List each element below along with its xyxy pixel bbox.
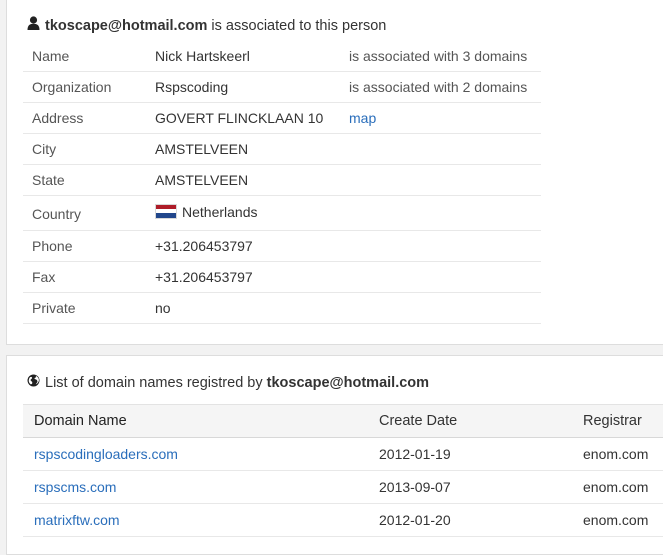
globe-icon: [27, 372, 40, 394]
person-heading-suffix: is associated to this person: [207, 18, 387, 34]
organization-link[interactable]: Rspscoding: [155, 72, 228, 102]
city-value: AMSTELVEEN: [155, 141, 249, 157]
domain-link[interactable]: matrixftw.com: [34, 504, 120, 537]
fax-value: +31.206453797: [155, 269, 253, 285]
create-date: 2012-01-20: [379, 512, 451, 528]
country-value: Netherlands: [182, 204, 258, 220]
column-header-registrar[interactable]: Registrar: [583, 405, 642, 438]
info-row-organization: Organization Rspscoding is associated wi…: [23, 72, 541, 103]
info-row-name: Name Nick Hartskeerl is associated with …: [23, 41, 541, 72]
info-label: Country: [32, 206, 82, 222]
info-label: Fax: [32, 269, 56, 285]
info-label: City: [32, 141, 57, 157]
table-row: rspscms.com 2013-09-07 enom.com: [23, 471, 663, 504]
column-header-domain-name[interactable]: Domain Name: [34, 405, 127, 438]
person-email: tkoscape@hotmail.com: [45, 18, 208, 34]
info-row-state: State AMSTELVEEN: [23, 165, 541, 196]
netherlands-flag-icon: [155, 203, 177, 219]
private-value: no: [155, 300, 171, 316]
organization-domain-count: is associated with 2 domains: [349, 79, 528, 95]
table-row: rspscodingloaders.com 2012-01-19 enom.co…: [23, 438, 663, 471]
user-icon: [27, 15, 40, 37]
map-link[interactable]: map: [349, 103, 376, 133]
info-row-phone: Phone +31.206453797: [23, 231, 541, 262]
info-label: State: [32, 172, 65, 188]
registrar: enom.com: [583, 512, 649, 528]
info-label: Private: [32, 300, 76, 316]
info-label: Organization: [32, 79, 112, 95]
info-row-private: Private no: [23, 293, 541, 324]
address-value: GOVERT FLINCKLAAN 10: [155, 110, 324, 126]
country-value-wrap: Netherlands: [155, 197, 258, 227]
create-date: 2012-01-19: [379, 446, 451, 462]
registrar: enom.com: [583, 446, 649, 462]
domains-panel: List of domain names registred by tkosca…: [6, 355, 663, 555]
info-row-fax: Fax +31.206453797: [23, 262, 541, 293]
name-link[interactable]: Nick Hartskeerl: [155, 41, 250, 71]
info-label: Address: [32, 110, 84, 126]
phone-value: +31.206453797: [155, 238, 253, 254]
domain-link[interactable]: rspscms.com: [34, 471, 116, 504]
person-panel: tkoscape@hotmail.com is associated to th…: [6, 0, 663, 345]
domains-heading: List of domain names registred by tkosca…: [27, 372, 429, 394]
registrar: enom.com: [583, 479, 649, 495]
person-heading: tkoscape@hotmail.com is associated to th…: [27, 15, 386, 37]
info-row-address: Address GOVERT FLINCKLAAN 10 map: [23, 103, 541, 134]
name-domain-count: is associated with 3 domains: [349, 48, 528, 64]
domains-heading-prefix: List of domain names registred by: [45, 375, 267, 391]
info-row-city: City AMSTELVEEN: [23, 134, 541, 165]
table-row: matrixftw.com 2012-01-20 enom.com: [23, 504, 663, 537]
info-row-country: Country Netherlands: [23, 196, 541, 231]
info-label: Phone: [32, 238, 73, 254]
domains-heading-email: tkoscape@hotmail.com: [266, 375, 430, 391]
domain-link[interactable]: rspscodingloaders.com: [34, 438, 178, 471]
state-value: AMSTELVEEN: [155, 172, 249, 188]
domain-table-header: Domain Name Create Date Registrar: [23, 404, 663, 438]
create-date: 2013-09-07: [379, 479, 451, 495]
column-header-create-date[interactable]: Create Date: [379, 405, 457, 438]
info-label: Name: [32, 48, 70, 64]
